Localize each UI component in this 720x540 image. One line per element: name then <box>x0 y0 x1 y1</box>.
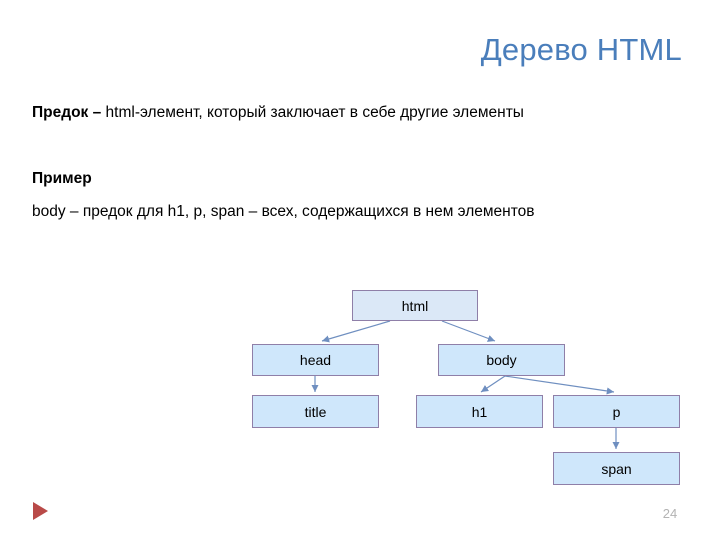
page-number: 24 <box>662 506 678 521</box>
edge-html-body <box>441 320 496 342</box>
tree-node-span[interactable]: span <box>553 452 680 485</box>
tree-node-body[interactable]: body <box>438 344 565 376</box>
tree-node-h1[interactable]: h1 <box>416 395 543 428</box>
slide-canvas: Дерево HTML Предок – html-элемент, котор… <box>0 0 720 540</box>
edge-body-h1 <box>480 375 506 393</box>
definition-lead-term: Предок <box>32 104 89 121</box>
page-title: Дерево HTML <box>480 32 682 67</box>
play-triangle-icon <box>33 502 48 520</box>
edge-html-head <box>321 320 391 343</box>
edge-body-p <box>504 375 615 395</box>
text-content-block: Предок – html-элемент, который заключает… <box>32 96 682 228</box>
tree-node-title[interactable]: title <box>252 395 379 428</box>
tree-node-html[interactable]: html <box>352 290 478 321</box>
tree-node-p[interactable]: p <box>553 395 680 428</box>
example-paragraph: body – предок для h1, p, span – всех, со… <box>32 203 535 220</box>
definition-rest: html-элемент, который заключает в себе д… <box>101 104 524 121</box>
tree-node-head[interactable]: head <box>252 344 379 376</box>
example-heading: Пример <box>32 170 92 187</box>
definition-paragraph: Предок – html-элемент, который заключает… <box>32 96 682 129</box>
definition-dash: – <box>92 104 102 121</box>
